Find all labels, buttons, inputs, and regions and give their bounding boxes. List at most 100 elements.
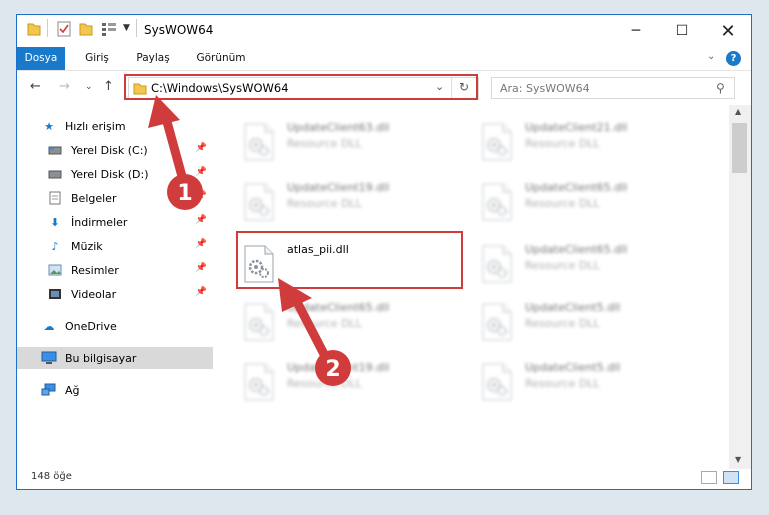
dll-file-icon [243, 183, 275, 221]
sidebar-item-belgeler[interactable]: Belgeler 📌 [47, 187, 213, 209]
sidebar-item-this-pc[interactable]: Bu bilgisayar [17, 347, 213, 369]
scroll-up-icon[interactable]: ▲ [735, 107, 741, 116]
back-button[interactable]: ← [30, 79, 41, 94]
item-count: 148 öğe [31, 471, 72, 482]
sidebar-item-local-disk-d[interactable]: Yerel Disk (D:) 📌 [47, 163, 213, 185]
dll-file-icon [243, 123, 275, 161]
help-icon[interactable]: ? [726, 51, 741, 66]
pin-icon[interactable]: 📌 [196, 263, 207, 273]
new-folder-icon[interactable] [79, 21, 93, 37]
pin-icon[interactable]: 📌 [196, 239, 207, 249]
close-icon: ✕ [720, 20, 736, 42]
video-icon [47, 287, 63, 301]
close-button[interactable]: ✕ [705, 15, 751, 47]
pin-icon[interactable]: 📌 [196, 143, 207, 153]
search-input[interactable]: Ara: SysWOW64 [500, 82, 590, 95]
sidebar-item-indirmeler[interactable]: ⬇ İndirmeler 📌 [47, 211, 213, 233]
chevron-down-icon: ⌄ [85, 82, 93, 92]
minimize-button[interactable]: ─ [613, 15, 659, 47]
file-description: Resource DLL [525, 137, 600, 150]
qat-divider [47, 19, 48, 37]
file-description: Resource DLL [287, 137, 362, 150]
title-bar: ▼ SysWOW64 ─ ☐ ✕ [17, 15, 751, 47]
sidebar-item-label: Ağ [65, 383, 80, 397]
network-icon [41, 383, 57, 397]
file-item[interactable]: UpdateClient65.dll Resource DLL [475, 177, 705, 227]
sidebar-item-label: Yerel Disk (D:) [71, 167, 149, 181]
file-name: UpdateClient5.dll [525, 301, 621, 314]
folder-icon[interactable] [27, 21, 41, 37]
file-item[interactable]: UpdateClient65.dll Resource DLL [475, 239, 705, 289]
dll-file-icon [481, 123, 513, 161]
sidebar-item-resimler[interactable]: Resimler 📌 [47, 259, 213, 281]
dll-file-icon [243, 303, 275, 341]
dll-file-icon [481, 183, 513, 221]
tab-dosya[interactable]: Dosya [17, 47, 65, 70]
file-item[interactable]: UpdateClient65.dll Resource DLL [237, 297, 467, 347]
document-icon [47, 191, 63, 205]
vertical-scrollbar[interactable]: ▲ ▼ [729, 105, 751, 469]
maximize-button[interactable]: ☐ [659, 15, 705, 47]
sidebar-item-quick-access[interactable]: ★ Hızlı erişim [41, 115, 213, 137]
navigation-pane: ★ Hızlı erişim Yerel Disk (C:) 📌 Yerel Dis… [17, 111, 213, 467]
file-name: UpdateClient65.dll [525, 181, 628, 194]
large-icons-view-icon[interactable] [723, 471, 739, 484]
drive-icon [47, 143, 63, 157]
details-view-icon[interactable] [701, 471, 717, 484]
dll-file-icon [481, 245, 513, 283]
sidebar-item-label: Resimler [71, 263, 119, 277]
dll-file-icon [481, 363, 513, 401]
qat-divider-2 [136, 19, 137, 37]
star-icon: ★ [44, 119, 54, 133]
ribbon-tabs: Dosya Giriş Paylaş Görünüm ⌄ ? [17, 47, 751, 71]
file-item[interactable]: UpdateClient19.dll Resource DLL [237, 177, 467, 227]
address-highlight-box [124, 74, 478, 100]
file-name: UpdateClient5.dll [525, 361, 621, 374]
file-item[interactable]: UpdateClient21.dll Resource DLL [475, 117, 705, 167]
pin-icon[interactable]: 📌 [196, 287, 207, 297]
pin-icon[interactable]: 📌 [196, 215, 207, 225]
sidebar-item-network[interactable]: Ağ [41, 379, 213, 401]
sidebar-item-videolar[interactable]: Videolar 📌 [47, 283, 213, 305]
file-item[interactable]: UpdateClient63.dll Resource DLL [237, 117, 467, 167]
computer-icon [41, 351, 57, 365]
sidebar-item-label: Müzik [71, 239, 103, 253]
tab-gorunum[interactable]: Görünüm [189, 47, 253, 70]
search-box[interactable]: Ara: SysWOW64 ⚲ [491, 77, 735, 99]
scroll-down-icon[interactable]: ▼ [735, 455, 741, 464]
status-bar: 148 öğe [17, 467, 751, 489]
sidebar-item-onedrive[interactable]: ☁ OneDrive [41, 315, 213, 337]
download-icon: ⬇ [50, 215, 60, 229]
forward-button[interactable]: → [59, 79, 70, 94]
sidebar-item-label: OneDrive [65, 319, 117, 333]
tab-paylas[interactable]: Paylaş [129, 47, 177, 70]
forward-arrow-icon: → [59, 79, 70, 94]
pin-icon[interactable]: 📌 [196, 191, 207, 201]
file-name: UpdateClient19.dll [287, 181, 390, 194]
pin-icon[interactable]: 📌 [196, 167, 207, 177]
window-title: SysWOW64 [144, 23, 214, 37]
file-item[interactable]: UpdateClient19.dll Resource DLL [237, 357, 467, 407]
file-name: UpdateClient63.dll [287, 121, 390, 134]
file-description: Resource DLL [525, 259, 600, 272]
pictures-icon [47, 263, 63, 277]
search-icon[interactable]: ⚲ [716, 81, 725, 95]
dll-file-icon [243, 363, 275, 401]
file-description: Resource DLL [525, 317, 600, 330]
sidebar-item-label: Bu bilgisayar [65, 351, 137, 365]
scrollbar-thumb[interactable] [732, 123, 747, 173]
view-menu-icon[interactable] [101, 21, 119, 37]
properties-icon[interactable] [57, 21, 71, 37]
sidebar-item-muzik[interactable]: ♪ Müzik 📌 [47, 235, 213, 257]
tab-giris[interactable]: Giriş [77, 47, 117, 70]
qat-dropdown-icon[interactable]: ▼ [123, 23, 130, 33]
recent-locations-button[interactable]: ⌄ [85, 82, 93, 92]
file-item[interactable]: UpdateClient5.dll Resource DLL [475, 297, 705, 347]
sidebar-item-local-disk-c[interactable]: Yerel Disk (C:) 📌 [47, 139, 213, 161]
up-arrow-icon: ↑ [103, 79, 114, 94]
file-item[interactable]: UpdateClient5.dll Resource DLL [475, 357, 705, 407]
sidebar-item-label: Belgeler [71, 191, 117, 205]
file-description: Resource DLL [287, 197, 362, 210]
ribbon-expand-icon[interactable]: ⌄ [707, 51, 715, 62]
up-button[interactable]: ↑ [103, 79, 114, 94]
